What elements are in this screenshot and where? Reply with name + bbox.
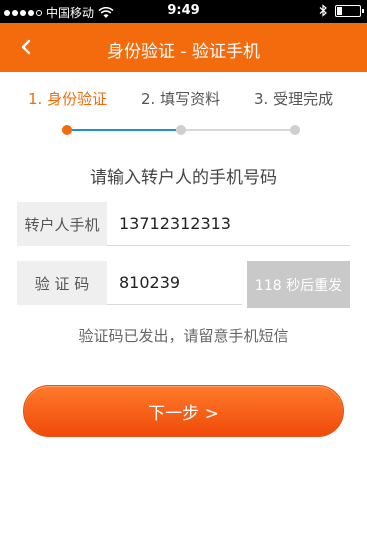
progress-dot-2: [176, 125, 186, 135]
step-2-label: 2. 填写资料: [141, 90, 221, 108]
step-1-label: 1. 身份验证: [28, 90, 108, 108]
phone-input[interactable]: [107, 202, 350, 246]
status-time: 9:49: [167, 3, 200, 18]
page-title: 身份验证 - 验证手机: [107, 42, 260, 62]
progress-dot-3: [290, 125, 300, 135]
step-3-label: 3. 受理完成: [254, 90, 334, 108]
nav-bar: 身份验证 - 验证手机: [0, 23, 367, 72]
next-step-button[interactable]: 下一步 >: [23, 385, 344, 437]
bluetooth-icon: [319, 4, 327, 17]
verification-code-input[interactable]: [107, 261, 242, 305]
phone-label: 转户人手机: [17, 202, 107, 246]
battery-icon: [335, 4, 364, 17]
step-progress: [0, 124, 367, 136]
phone-row: 转户人手机: [17, 202, 350, 246]
progress-line-done: [70, 129, 176, 131]
code-label: 验 证 码: [17, 261, 107, 305]
status-right: [319, 4, 364, 17]
instruction-text: 请输入转户人的手机号码: [90, 168, 277, 188]
status-bar: 中国移动 9:49: [0, 0, 367, 23]
sms-hint: 验证码已发出，请留意手机短信: [78, 327, 289, 345]
code-row: 验 证 码 118 秒后重发: [17, 261, 350, 308]
step-labels: 1. 身份验证 2. 填写资料 3. 受理完成: [0, 88, 367, 112]
progress-line-pending: [186, 129, 290, 131]
resend-code-button[interactable]: 118 秒后重发: [247, 261, 350, 308]
progress-dot-1: [62, 125, 72, 135]
